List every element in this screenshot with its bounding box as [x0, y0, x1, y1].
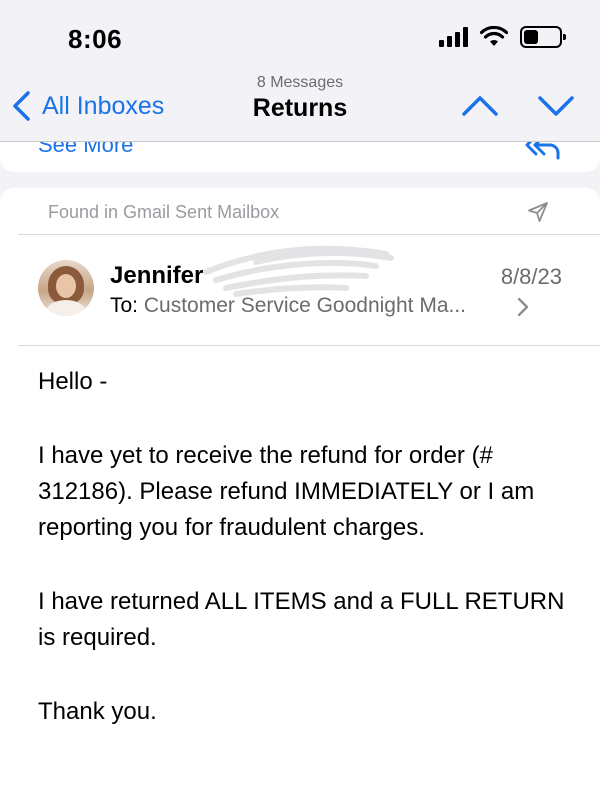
nav-title-group: 8 Messages Returns — [200, 74, 400, 123]
battery-icon — [520, 26, 566, 48]
previous-message-card: See More — [0, 142, 600, 172]
chevron-up-icon[interactable] — [456, 86, 504, 126]
body-paragraph: Hello - — [38, 368, 108, 395]
chevron-left-icon — [13, 91, 30, 121]
status-icons — [439, 26, 566, 48]
wifi-icon — [480, 26, 508, 46]
recipient-name: Customer Service Goodnight Ma... — [143, 294, 466, 317]
sent-arrow-icon — [528, 202, 548, 222]
chevron-down-icon[interactable] — [532, 86, 580, 126]
message-date: 8/8/23 — [500, 264, 562, 289]
thread-title: Returns — [252, 94, 348, 122]
back-button[interactable]: All Inboxes — [10, 88, 164, 124]
mailbox-source-label: Found in Gmail Sent Mailbox — [48, 202, 280, 222]
reply-all-icon[interactable] — [524, 142, 560, 160]
message-body: Hello - I have yet to receive the refund… — [38, 364, 568, 768]
body-paragraph: I have yet to receive the refund for ord… — [38, 442, 535, 541]
recipient-line[interactable]: To: Customer Service Goodnight Ma... — [110, 294, 466, 318]
status-time: 8:06 — [68, 24, 123, 54]
navigation-bar: All Inboxes 8 Messages Returns — [0, 70, 600, 142]
message-card: Found in Gmail Sent Mailbox Jennifer 8/8… — [0, 188, 600, 794]
message-navigation — [456, 86, 580, 126]
body-paragraph: I have returned ALL ITEMS and a FULL RET… — [38, 588, 565, 651]
see-more-link[interactable]: See More — [38, 142, 133, 158]
cellular-signal-icon — [439, 27, 468, 47]
status-bar: 8:06 — [0, 0, 600, 70]
chevron-right-icon[interactable] — [516, 296, 530, 318]
sender-name[interactable]: Jennifer — [110, 262, 203, 290]
body-divider — [18, 345, 600, 346]
avatar[interactable] — [38, 260, 94, 316]
body-paragraph: Thank you. — [38, 698, 157, 725]
back-label: All Inboxes — [42, 91, 165, 120]
to-label: To: — [110, 294, 139, 317]
message-count: 8 Messages — [256, 74, 344, 91]
